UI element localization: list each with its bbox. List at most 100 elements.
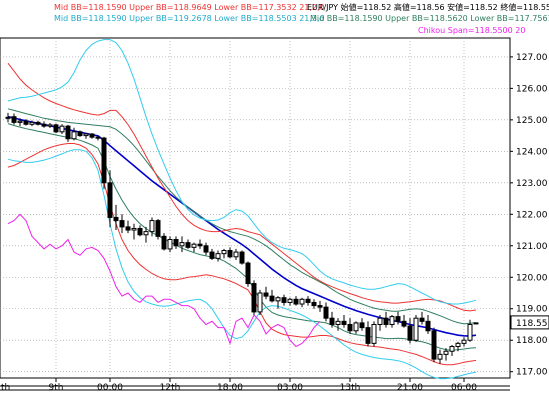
candle-body-down xyxy=(11,116,17,123)
candle-body-up xyxy=(275,297,281,302)
candle-body-up xyxy=(335,320,341,325)
candle-body-down xyxy=(101,137,107,184)
candle-body-up xyxy=(29,121,35,125)
candle xyxy=(413,315,419,342)
candle-body-up xyxy=(83,133,89,137)
y-tick-label: 117.00 xyxy=(516,368,548,378)
candle-body-down xyxy=(65,125,71,140)
candle-body-up xyxy=(443,350,449,355)
candle xyxy=(299,297,305,308)
candle-body-down xyxy=(155,220,161,237)
candle-body-down xyxy=(425,320,431,332)
candle-body-down xyxy=(227,250,233,258)
candle xyxy=(425,315,431,334)
candle xyxy=(65,124,71,142)
candle-body-down xyxy=(209,251,215,259)
candle-layer xyxy=(5,112,479,364)
candle-body-down xyxy=(359,322,365,329)
candle-body-up xyxy=(377,317,383,325)
candle-body-down xyxy=(161,235,167,250)
candle xyxy=(131,223,137,240)
candle xyxy=(197,239,203,249)
candle xyxy=(137,225,143,237)
candle-body-up xyxy=(143,231,149,236)
y-tick-label: 124.00 xyxy=(516,147,548,157)
x-tick-label: 06:00 xyxy=(451,383,477,393)
candle-body-up xyxy=(5,116,11,119)
candle-body-down xyxy=(401,320,407,327)
candle xyxy=(251,280,257,316)
x-tick-label: 12th xyxy=(160,383,181,393)
series-upper-bb-21-1-0 xyxy=(7,108,477,325)
candle-body-down xyxy=(365,327,371,344)
candle-body-up xyxy=(149,220,155,233)
candle-body-up xyxy=(215,253,221,259)
current-price-label: 118.55 xyxy=(516,319,548,329)
candle-body-down xyxy=(269,295,275,302)
candle-body-down xyxy=(383,317,389,325)
candle-body-down xyxy=(77,131,83,137)
candle xyxy=(407,318,413,344)
candle-body-up xyxy=(167,238,173,250)
candle xyxy=(83,133,89,139)
candle xyxy=(71,127,77,141)
x-tick-label: 03:00 xyxy=(277,383,303,393)
candle xyxy=(155,219,161,240)
candle-body-up xyxy=(191,243,197,248)
y-tick-label: 121.00 xyxy=(516,242,548,252)
legend-row2-a: Mid BB=118.1590 Upper BB=119.2678 Lower … xyxy=(54,14,325,23)
y-tick-label: 125.00 xyxy=(516,116,548,126)
candle xyxy=(161,233,167,251)
y-tick-label: 122.00 xyxy=(516,210,548,220)
candle-body-up xyxy=(371,323,377,344)
candle xyxy=(383,311,389,328)
candle xyxy=(359,318,365,331)
chart-root: Mid BB=118.1590 Upper BB=118.9649 Lower … xyxy=(0,0,549,403)
x-tick-label: 21:00 xyxy=(397,383,423,393)
candle-body-down xyxy=(89,133,95,138)
candle xyxy=(341,315,347,328)
candle-body-down xyxy=(107,182,113,218)
candle xyxy=(389,315,395,328)
candle-body-down xyxy=(239,251,245,264)
candle xyxy=(419,311,425,325)
candle xyxy=(125,220,131,234)
y-tick-label: 127.00 xyxy=(516,53,548,63)
candle-body-down xyxy=(329,317,335,325)
candle xyxy=(35,120,41,126)
candle xyxy=(221,248,227,259)
candle-body-up xyxy=(179,242,185,247)
candle xyxy=(89,133,95,139)
candle xyxy=(233,248,239,260)
candle-body-up xyxy=(353,322,359,332)
candle xyxy=(437,349,443,364)
candle-body-down xyxy=(137,227,143,236)
candle-body-down xyxy=(35,121,41,125)
series-layer xyxy=(7,39,477,380)
candle-body-up xyxy=(467,323,473,341)
y-tick-label: 126.00 xyxy=(516,84,548,94)
candle xyxy=(185,239,191,249)
legend-row1-a: Mid BB=118.1590 Upper BB=118.9649 Lower … xyxy=(54,3,325,12)
candle-body-down xyxy=(281,297,287,303)
candle-body-down xyxy=(203,245,209,253)
current-price-marker: 118.55 xyxy=(510,315,549,330)
candle xyxy=(191,242,197,253)
candle-body-down xyxy=(185,242,191,248)
legend-row3: Chikou Span=118.5500 20 xyxy=(418,26,525,35)
candle-body-up xyxy=(473,322,479,325)
candle-body-up xyxy=(17,120,23,123)
plot-frame xyxy=(0,37,511,379)
candle-body-down xyxy=(431,330,437,360)
x-tick-label-first: th xyxy=(1,383,10,393)
candle xyxy=(173,236,179,249)
candle-body-down xyxy=(245,262,251,285)
candle-body-down xyxy=(317,305,323,308)
candle-body-down xyxy=(263,292,269,297)
candle-body-down xyxy=(323,306,329,319)
candle xyxy=(227,247,233,259)
candle xyxy=(293,296,299,306)
candle xyxy=(119,214,125,234)
candle-body-up xyxy=(437,353,443,360)
candle-body-up xyxy=(257,292,263,313)
